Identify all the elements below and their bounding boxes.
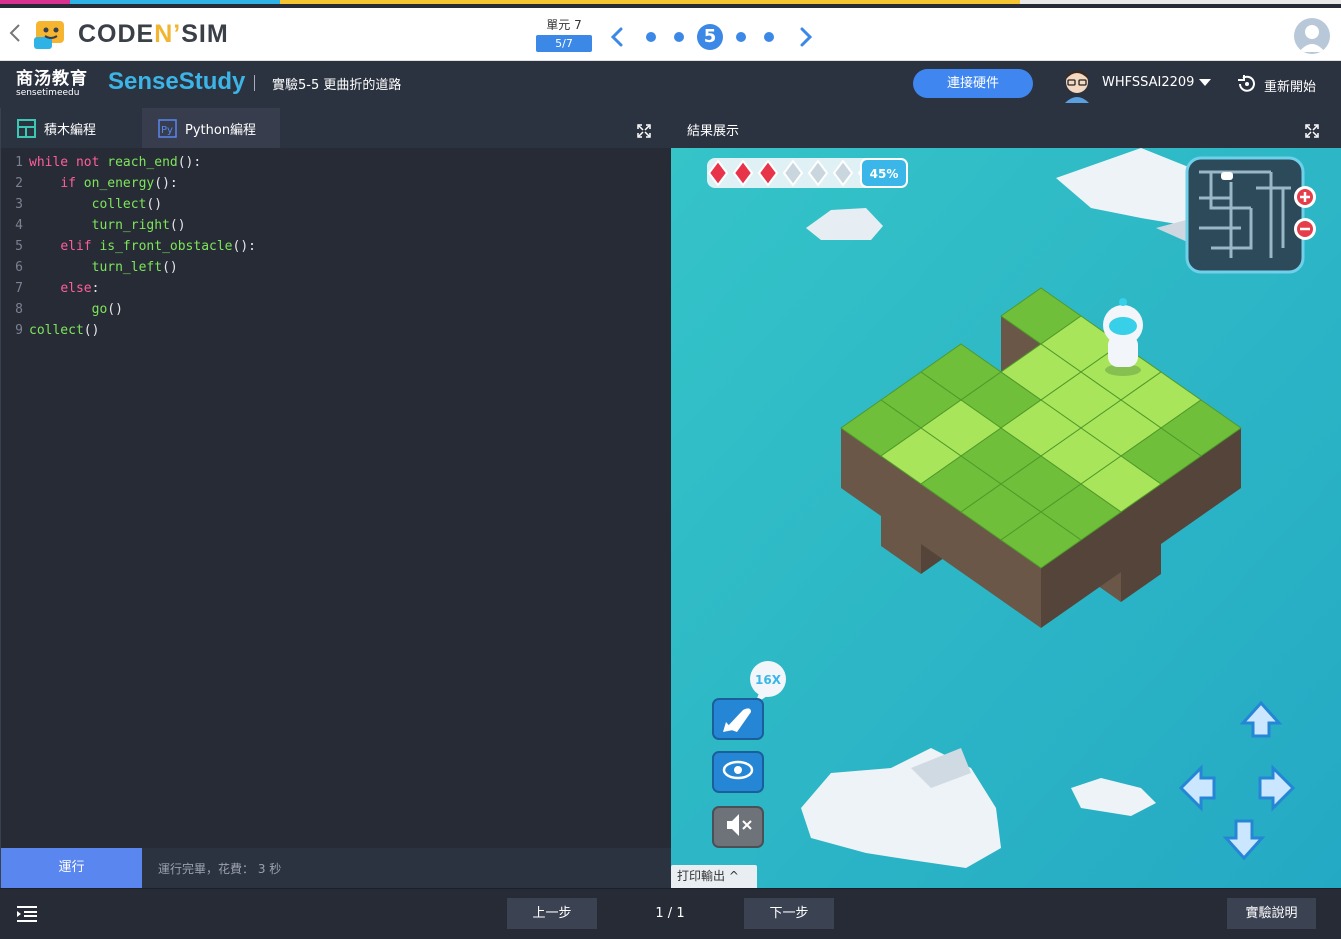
svg-text:Py: Py [161,125,173,136]
expand-icon[interactable] [637,123,653,139]
code-text: while not reach_end(): [29,155,202,170]
code-editor-panel: 積木編程 Py Python編程 1 while not reach_end():… [0,108,672,888]
speed-value: 16X [755,673,782,687]
code-line[interactable]: 5 elif is_front_obstacle(): [1,236,672,257]
menu-indent-icon[interactable] [17,906,37,922]
next-step-button[interactable]: 下一步 [744,898,834,929]
line-number: 8 [15,302,23,317]
level-dot[interactable] [736,32,746,42]
unit-title: 單元 7 [546,18,582,32]
prev-step-button[interactable]: 上一步 [507,898,597,929]
connect-hardware-button[interactable]: 連接硬件 [913,69,1033,98]
python-icon: Py [158,118,177,138]
restart-label[interactable]: 重新開始 [1264,76,1316,95]
code-text: if on_energy(): [60,176,178,191]
username[interactable]: WHFSSAI2209 [1102,75,1194,90]
code-text: turn_left() [91,260,178,275]
line-number: 7 [15,281,23,296]
prev-level-chevron-icon[interactable] [606,24,628,50]
code-line[interactable]: 9 collect() [1,320,672,341]
code-line[interactable]: 1 while not reach_end(): [1,152,672,173]
energy-percent: 45% [870,167,899,181]
level-pager: 5 [606,22,817,52]
instructions-button[interactable]: 實驗說明 [1227,898,1316,929]
back-chevron-icon[interactable] [8,22,26,46]
line-number: 3 [15,197,23,212]
sub-header: 商汤教育 sensetimeedu SenseStudy 實驗5-5 更曲折的道… [0,61,1341,108]
code-text: go() [91,302,123,317]
level-dot[interactable] [674,32,684,42]
codensim-logo[interactable]: CODEN’SIM [34,16,229,52]
tab-python[interactable]: Py Python編程 [142,108,280,148]
code-line[interactable]: 6 turn_left() [1,257,672,278]
code-text: elif is_front_obstacle(): [60,239,256,254]
chevron-down-icon[interactable] [1199,79,1211,86]
result-title: 結果展示 [687,124,740,139]
sensestudy-logo: SenseStudy [108,68,246,95]
user-profile-icon[interactable] [1294,18,1330,54]
restart-icon[interactable] [1236,73,1258,95]
step-counter: 1 / 1 [655,906,685,921]
code-line[interactable]: 3 collect() [1,194,672,215]
code-line[interactable]: 7 else: [1,278,672,299]
line-number: 6 [15,260,23,275]
run-status: 運行完畢，花費： 3 秒 [158,862,282,876]
lesson-title: 實驗5-5 更曲折的道路 [272,78,402,93]
speed-rocket-icon[interactable] [712,698,764,740]
code-line[interactable]: 2 if on_energy(): [1,173,672,194]
chevron-up-icon: ^ [728,869,739,883]
result-header: 結果展示 [671,108,1341,148]
line-number: 9 [15,323,23,338]
divider [254,75,255,91]
zoom-in-icon[interactable] [1294,186,1316,208]
unit-indicator: 單元 7 5/7 [536,18,592,52]
line-number: 4 [15,218,23,233]
print-output-label: 打印輸出 [677,869,726,883]
view-eye-icon[interactable] [712,751,764,793]
bottom-bar: 上一步 1 / 1 下一步 實驗說明 [0,888,1341,939]
minimap[interactable] [1185,156,1305,274]
result-panel: 結果展示 45% 16X 打印輸出 ^ [671,108,1341,888]
top-color-stripe [0,0,1341,8]
level-dot-current[interactable]: 5 [697,24,723,50]
code-line[interactable]: 4 turn_right() [1,215,672,236]
top-bar: CODEN’SIM 單元 7 5/7 5 [0,8,1341,61]
game-scene[interactable]: 45% 16X 打印輸出 ^ [671,148,1341,888]
editor-tabs: 積木編程 Py Python編程 [1,108,672,148]
unit-progress-badge: 5/7 [536,35,592,52]
line-number: 1 [15,155,23,170]
line-number: 2 [15,176,23,191]
blocks-icon [17,118,36,138]
tab-blocks-label: 積木編程 [44,122,97,138]
zoom-out-icon[interactable] [1294,218,1316,240]
mute-icon[interactable] [712,806,764,848]
print-output-toggle[interactable]: 打印輸出 ^ [671,865,757,888]
tab-python-label: Python編程 [185,122,257,138]
code-text: collect() [91,197,163,212]
code-text: else: [60,281,100,296]
code-area[interactable]: 1 while not reach_end(): 2 if on_energy():… [1,152,672,341]
expand-icon[interactable] [1305,123,1321,139]
run-button[interactable]: 運行 [1,848,142,888]
level-dot[interactable] [646,32,656,42]
codensim-logo-text: CODEN’SIM [78,19,229,48]
brand-en: sensetimeedu [16,88,80,98]
code-text: turn_right() [91,218,186,233]
code-line[interactable]: 8 go() [1,299,672,320]
sensetime-edu-logo: 商汤教育 sensetimeedu [16,70,88,98]
line-number: 5 [15,239,23,254]
next-level-chevron-icon[interactable] [795,24,817,50]
code-text: collect() [29,323,100,338]
avatar[interactable] [1062,67,1092,103]
tab-blocks[interactable]: 積木編程 [1,108,141,148]
brand-cn: 商汤教育 [16,69,88,89]
run-bar: 運行 運行完畢，花費： 3 秒 [1,848,672,888]
codensim-logo-icon [34,17,68,51]
level-dot[interactable] [764,32,774,42]
energy-bar: 45% [707,158,908,188]
